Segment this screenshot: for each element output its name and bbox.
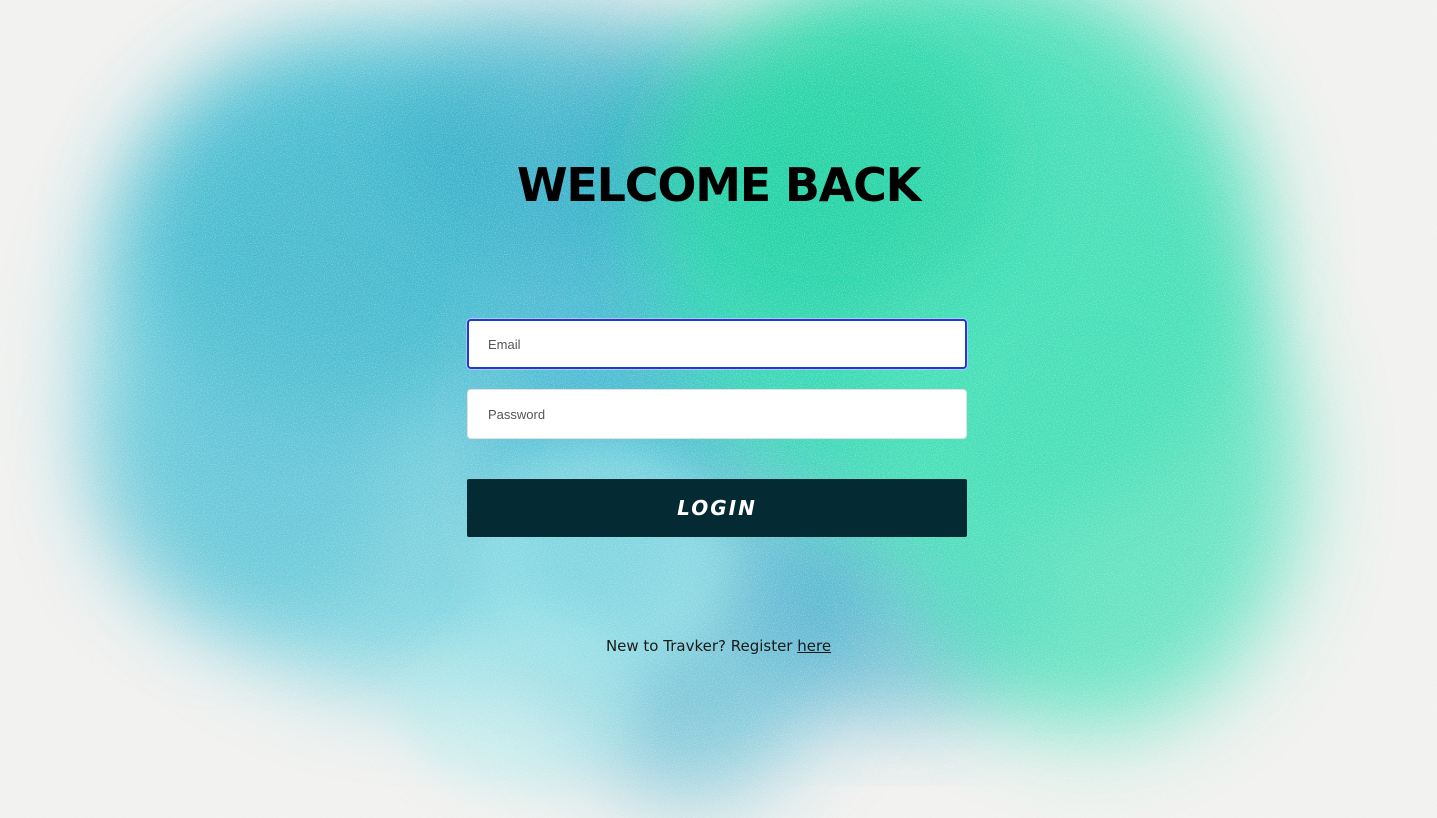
- register-text: New to Travker? Register: [605, 637, 798, 655]
- page-title: WELCOME BACK: [516, 158, 921, 212]
- login-panel: WELCOME BACK LOGIN New to Travker? Regis…: [0, 0, 1437, 818]
- email-field[interactable]: [467, 319, 967, 369]
- register-prompt: New to Travker? Register here: [0, 637, 1437, 655]
- login-button[interactable]: LOGIN: [467, 479, 967, 537]
- password-field[interactable]: [467, 389, 967, 439]
- register-link[interactable]: here: [797, 637, 831, 655]
